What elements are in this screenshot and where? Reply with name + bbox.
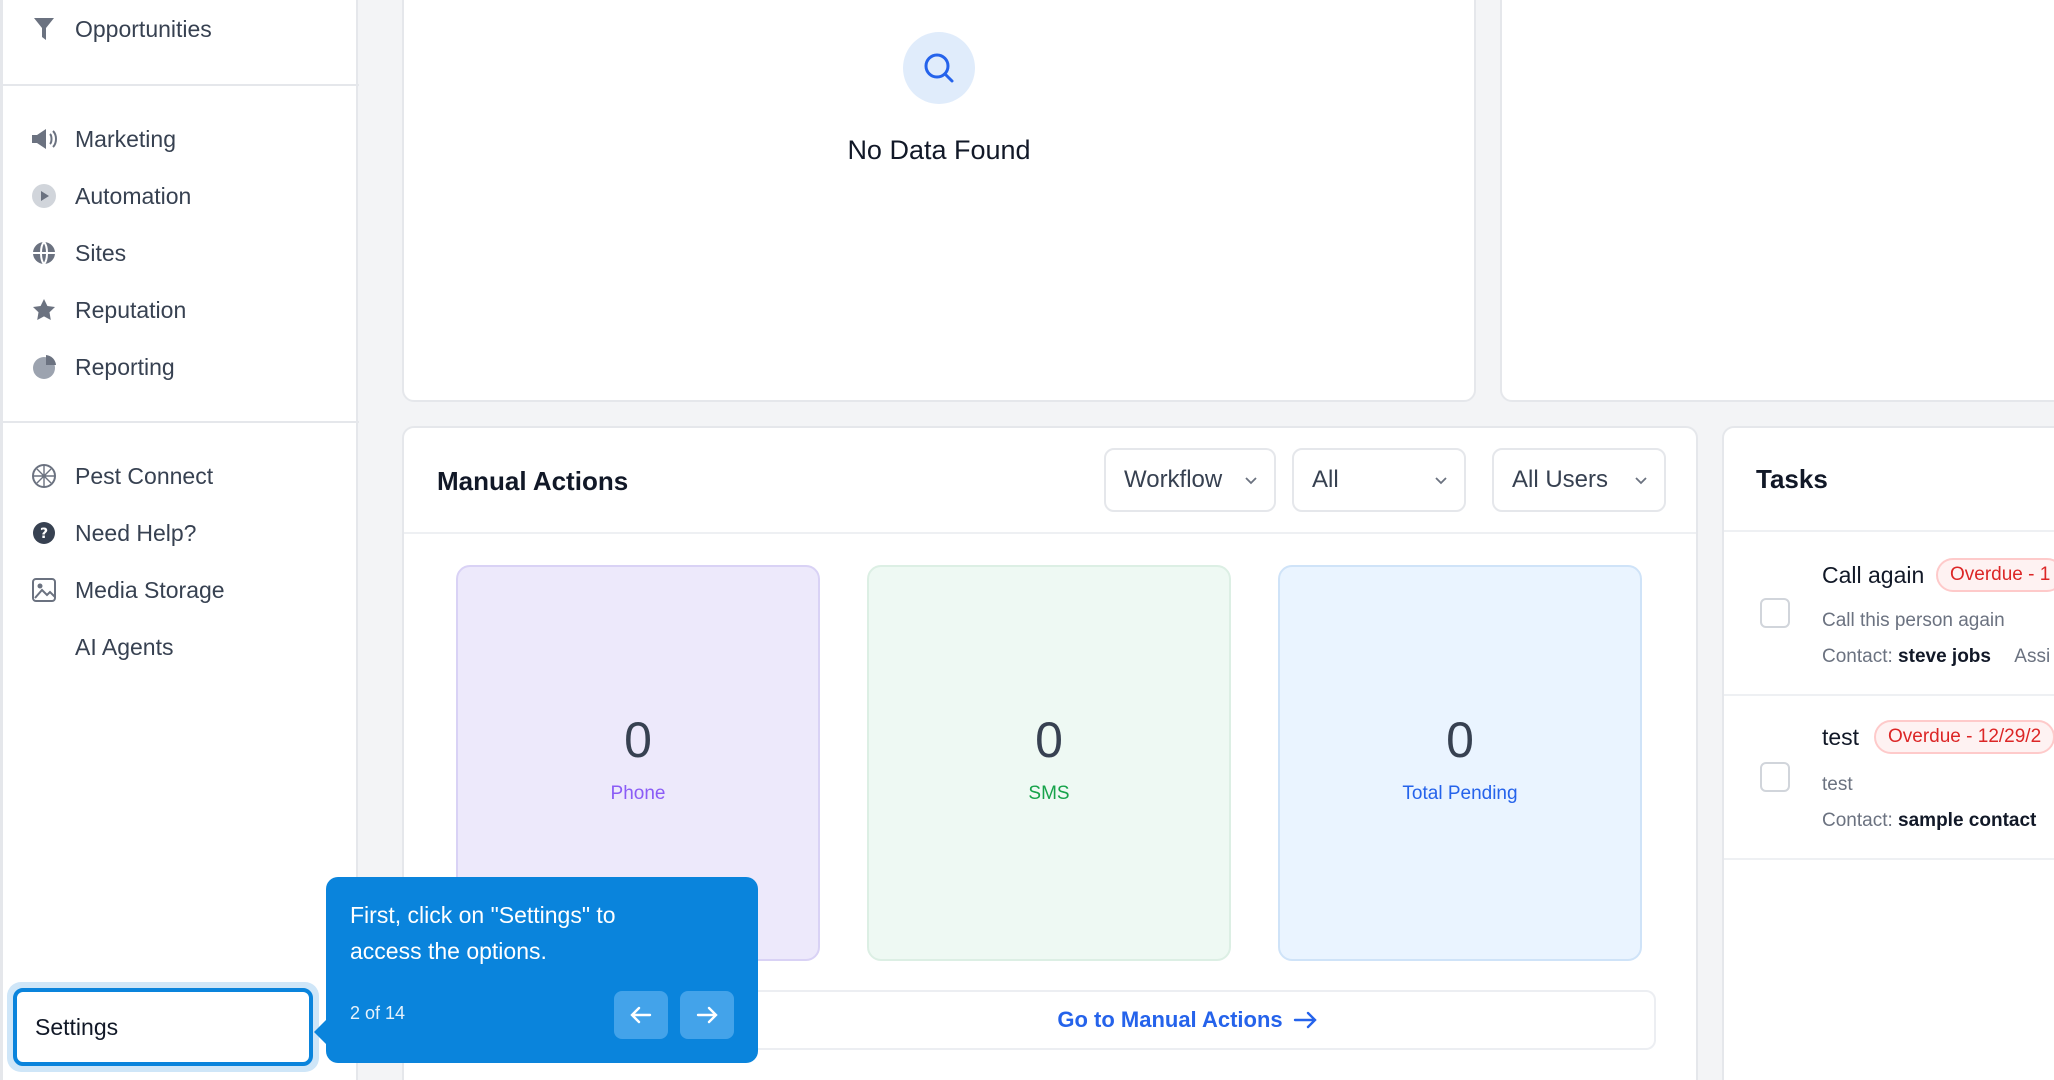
stat-value: 0 [1035,712,1063,768]
manual-actions-title: Manual Actions [437,466,629,496]
users-dropdown[interactable]: All Users [1492,448,1666,512]
tour-step-count: 2 of 14 [350,1003,406,1023]
help-icon: ? [29,518,59,548]
star-icon [29,295,59,325]
task-name[interactable]: test [1822,724,1859,751]
workflow-dropdown[interactable]: Workflow [1104,448,1276,512]
stat-label: Total Pending [1402,783,1518,804]
sidebar-item-label: Sites [75,239,127,266]
sidebar-item-reporting[interactable]: Reporting [29,347,175,387]
stat-value: 0 [624,712,652,768]
stat-label: SMS [1028,783,1070,804]
overdue-badge: Overdue - 12/29/2 [1874,720,2054,754]
stat-value: 0 [1446,712,1474,768]
task-checkbox[interactable] [1760,598,1790,628]
sidebar-item-marketing[interactable]: Marketing [29,119,176,159]
sidebar-item-label: Media Storage [75,576,225,603]
sidebar-item-pest-connect[interactable]: Pest Connect [29,456,213,496]
empty-state-card: No Data Found [402,0,1476,402]
dropdown-value: All Users [1512,466,1609,493]
overdue-badge: Overdue - 1 [1936,558,2054,592]
sidebar-item-reputation[interactable]: Reputation [29,290,186,330]
sms-stat[interactable]: 0 SMS [867,565,1231,961]
pest-icon [29,461,59,491]
settings-button[interactable]: Settings [13,988,313,1066]
contact-name[interactable]: sample contact [1898,810,2036,831]
sidebar-item-media-storage[interactable]: Media Storage [29,570,225,610]
sidebar-item-need-help[interactable]: ? Need Help? [29,513,196,553]
ai-agents-icon [29,632,59,662]
arrow-right-icon [696,1006,718,1024]
sidebar-item-label: Automation [75,182,192,209]
sidebar-item-sites[interactable]: Sites [29,233,126,273]
card-divider [404,532,1696,534]
task-description: test [1822,774,1853,795]
stat-label: Phone [610,783,666,804]
sidebar-item-label: Reporting [75,353,175,380]
task-contact: Contact: sample contact [1822,810,2036,832]
sidebar-divider [3,421,359,423]
task-name[interactable]: Call again [1822,562,1924,589]
tour-tooltip: First, click on "Settings" to access the… [314,877,758,1063]
contact-name[interactable]: steve jobs [1898,646,1991,667]
arrow-left-icon [630,1006,652,1024]
sidebar-item-ai-agents[interactable]: AI Agents [29,627,173,667]
chevron-down-icon [1435,477,1447,485]
tour-text: First, click on "Settings" to access the… [350,902,616,964]
svg-text:?: ? [40,526,48,542]
image-icon [29,575,59,605]
sidebar: Opportunities Marketing Automation Sites… [0,0,359,1080]
search-icon [903,32,975,104]
task-list-end-divider [1724,858,2054,860]
top-right-card [1500,0,2054,402]
sidebar-item-label: AI Agents [75,633,174,660]
tour-next-button[interactable] [680,991,734,1039]
settings-highlight: Settings [7,982,319,1072]
chevron-down-icon [1245,477,1257,485]
sidebar-item-label: Need Help? [75,519,197,546]
task-item: test Overdue - 12/29/2 test Contact: sam… [1724,694,2054,858]
goto-label: Go to Manual Actions [1057,1007,1283,1032]
tour-previous-button[interactable] [614,991,668,1039]
status-dropdown[interactable]: All [1292,448,1466,512]
task-item: Call again Overdue - 1 Call this person … [1724,530,2054,694]
task-checkbox[interactable] [1760,762,1790,792]
arrow-right-icon [1293,1011,1317,1029]
sidebar-item-automation[interactable]: Automation [29,176,191,216]
task-description: Call this person again [1822,610,2005,631]
contact-label: Contact: [1822,646,1893,667]
globe-icon [29,238,59,268]
pie-chart-icon [29,352,59,382]
sidebar-item-label: Pest Connect [75,462,214,489]
empty-state-message: No Data Found [847,135,1031,165]
task-contact: Contact: steve jobs Assi [1822,646,2050,668]
contact-label: Contact: [1822,810,1893,831]
megaphone-icon [29,124,59,154]
task-assignee: Assi [2014,646,2051,667]
sidebar-item-label: Reputation [75,296,187,323]
filter-icon [29,14,59,44]
tasks-card: Tasks Call again Overdue - 1 Call this p… [1722,426,2054,1080]
dropdown-value: Workflow [1124,466,1223,493]
tasks-title: Tasks [1756,464,1828,494]
sidebar-item-label: Opportunities [75,15,212,42]
total-pending-stat[interactable]: 0 Total Pending [1278,565,1642,961]
go-to-manual-actions-button[interactable]: Go to Manual Actions [720,990,1656,1050]
sidebar-item-label: Marketing [75,125,176,152]
play-circle-icon [29,181,59,211]
sidebar-item-opportunities[interactable]: Opportunities [29,9,212,49]
dropdown-value: All [1312,466,1339,493]
chevron-down-icon [1635,477,1647,485]
sidebar-divider [3,84,359,86]
